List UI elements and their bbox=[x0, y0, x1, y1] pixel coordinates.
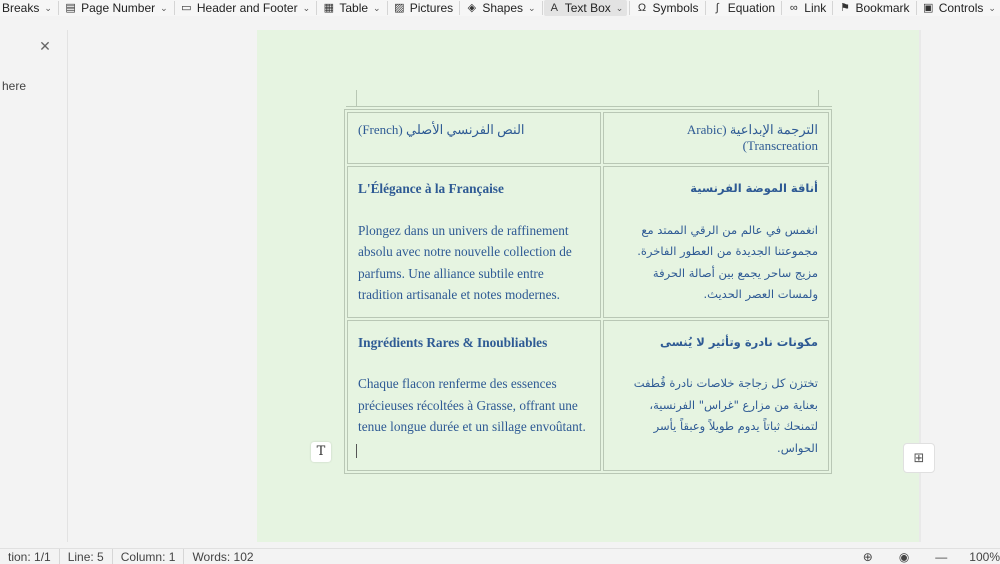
page-number-icon: ▤ bbox=[65, 2, 76, 14]
header-arabic[interactable]: الترجمة الإبداعية (Arabic Transcreation) bbox=[603, 112, 829, 164]
arabic-title-1: أناقة الموضة الفرنسية bbox=[690, 181, 818, 195]
french-title-2: Ingrédients Rares & Inoubliables bbox=[358, 334, 548, 350]
ribbon-label: Header and Footer bbox=[196, 1, 298, 15]
status-section[interactable]: tion: 1/1 bbox=[0, 548, 60, 564]
ribbon-breaks-button[interactable]: Breaks ⌄ bbox=[0, 0, 56, 16]
cell-arabic-1[interactable]: أناقة الموضة الفرنسية انغمس في عالم من ا… bbox=[603, 166, 829, 318]
ribbon-page-number-button[interactable]: ▤ Page Number ⌄ bbox=[60, 0, 172, 16]
ribbon-label: Link bbox=[804, 1, 827, 15]
french-body-1: Plongez dans un univers de raffinement a… bbox=[358, 222, 572, 303]
ribbon-link-button[interactable]: ∞ Link bbox=[783, 0, 830, 16]
chevron-down-icon[interactable]: ⌄ bbox=[988, 3, 996, 14]
arabic-title-2: مكونات نادرة وتأثير لا يُنسى bbox=[659, 334, 818, 349]
zoom-level[interactable]: 100% bbox=[969, 550, 1000, 564]
navigation-pane: ✕ here bbox=[0, 30, 68, 542]
close-pane-button[interactable]: ✕ bbox=[38, 39, 52, 53]
ribbon-label: Page Number bbox=[81, 1, 156, 15]
ribbon-label: Shapes bbox=[482, 1, 524, 15]
ribbon-label: Table bbox=[339, 1, 369, 15]
ribbon-label: Symbols bbox=[652, 1, 699, 15]
translation-table[interactable]: (French) النص الفرنسي الأصلي الترجمة الإ… bbox=[344, 109, 832, 474]
arabic-body-1: انغمس في عالم من الرقي الممتد مع مجموعتن… bbox=[637, 222, 818, 302]
cell-arabic-2[interactable]: مكونات نادرة وتأثير لا يُنسى تختزن كل زج… bbox=[603, 319, 829, 471]
ribbon-label: Bookmark bbox=[855, 1, 910, 15]
table-icon: ▦ bbox=[323, 2, 335, 14]
french-title-1: L'Élégance à la Française bbox=[358, 181, 504, 196]
pictures-icon: ▨ bbox=[394, 2, 405, 14]
status-word-count[interactable]: Words: 102 bbox=[184, 549, 261, 564]
french-body-2: Chaque flacon renferme des essences préc… bbox=[358, 376, 586, 434]
navigation-hint-text: here bbox=[2, 79, 27, 93]
margin-mark-bottom-line bbox=[346, 106, 832, 107]
status-line[interactable]: Line: 5 bbox=[60, 548, 113, 564]
ribbon-label: Text Box bbox=[564, 1, 611, 15]
chevron-down-icon[interactable]: ⌄ bbox=[303, 3, 311, 14]
ribbon-pictures-button[interactable]: ▨ Pictures bbox=[389, 0, 457, 16]
insert-ribbon: Breaks ⌄ ▤ Page Number ⌄ ▭ Header and Footer ⌄ ▦… bbox=[0, 0, 1000, 16]
table-row: Ingrédients Rares & Inoubliables Chaque … bbox=[347, 319, 829, 471]
chevron-down-icon[interactable]: ⌄ bbox=[528, 3, 536, 14]
shapes-icon: ◈ bbox=[467, 2, 477, 14]
ribbon-header-and-footer-button[interactable]: ▭ Header and Footer ⌄ bbox=[176, 0, 314, 16]
status-right-group: ⊕ ◉ — 100% bbox=[837, 549, 1000, 564]
add-comment-button[interactable]: ⊞ bbox=[903, 443, 935, 473]
table-row: L'Élégance à la Française Plongez dans u… bbox=[347, 166, 829, 318]
header-arabic-text: الترجمة الإبداعية (Arabic Transcreation) bbox=[686, 122, 818, 153]
status-bar: tion: 1/1 Line: 5 Column: 1 Words: 102 ⊕… bbox=[0, 548, 1000, 564]
zoom-out-icon[interactable]: — bbox=[935, 550, 947, 564]
margin-mark-right bbox=[818, 90, 819, 106]
header-footer-icon: ▭ bbox=[181, 2, 192, 14]
status-column[interactable]: Column: 1 bbox=[113, 548, 185, 564]
symbols-icon: Ω bbox=[637, 2, 647, 14]
text-box-anchor-icon[interactable]: T bbox=[311, 442, 331, 462]
ribbon-symbols-button[interactable]: Ω Symbols bbox=[632, 0, 703, 16]
link-icon: ∞ bbox=[789, 2, 798, 14]
view-mode-icon[interactable]: ◉ bbox=[899, 550, 909, 564]
cell-french-2[interactable]: Ingrédients Rares & Inoubliables Chaque … bbox=[347, 319, 601, 471]
table-header-row: (French) النص الفرنسي الأصلي الترجمة الإ… bbox=[347, 112, 829, 164]
arabic-body-2: تختزن كل زجاجة خلاصات نادرة قُطفت بعناية… bbox=[633, 376, 818, 455]
chevron-down-icon[interactable]: ⌄ bbox=[44, 3, 52, 14]
ribbon-equation-button[interactable]: ∫ Equation bbox=[707, 0, 779, 16]
ribbon-shapes-button[interactable]: ◈ Shapes ⌄ bbox=[461, 0, 539, 16]
text-box-icon: A bbox=[550, 2, 558, 14]
chevron-down-icon[interactable]: ⌄ bbox=[616, 3, 624, 14]
margin-mark-left bbox=[356, 90, 357, 106]
ribbon-label: Breaks bbox=[2, 1, 40, 15]
chevron-down-icon[interactable]: ⌄ bbox=[160, 3, 168, 14]
ribbon-table-button[interactable]: ▦ Table ⌄ bbox=[318, 0, 384, 16]
ribbon-controls-button[interactable]: ▣ Controls ⌄ bbox=[918, 0, 1000, 16]
text-cursor bbox=[356, 444, 357, 458]
equation-icon: ∫ bbox=[715, 2, 719, 14]
language-globe-icon[interactable]: ⊕ bbox=[863, 550, 873, 564]
ribbon-label: Controls bbox=[938, 1, 984, 15]
ribbon-text-box-button[interactable]: A Text Box ⌄ bbox=[543, 0, 628, 16]
cell-french-1[interactable]: L'Élégance à la Française Plongez dans u… bbox=[347, 166, 601, 318]
bookmark-icon: ⚑ bbox=[840, 2, 850, 14]
header-french-text: (French) النص الفرنسي الأصلي bbox=[358, 122, 525, 137]
ribbon-label: Equation bbox=[727, 1, 776, 15]
chevron-down-icon[interactable]: ⌄ bbox=[373, 3, 381, 14]
ribbon-label: Pictures bbox=[409, 1, 454, 15]
controls-icon: ▣ bbox=[923, 2, 934, 14]
header-french[interactable]: (French) النص الفرنسي الأصلي bbox=[347, 112, 601, 164]
ribbon-bookmark-button[interactable]: ⚑ Bookmark bbox=[834, 0, 913, 16]
